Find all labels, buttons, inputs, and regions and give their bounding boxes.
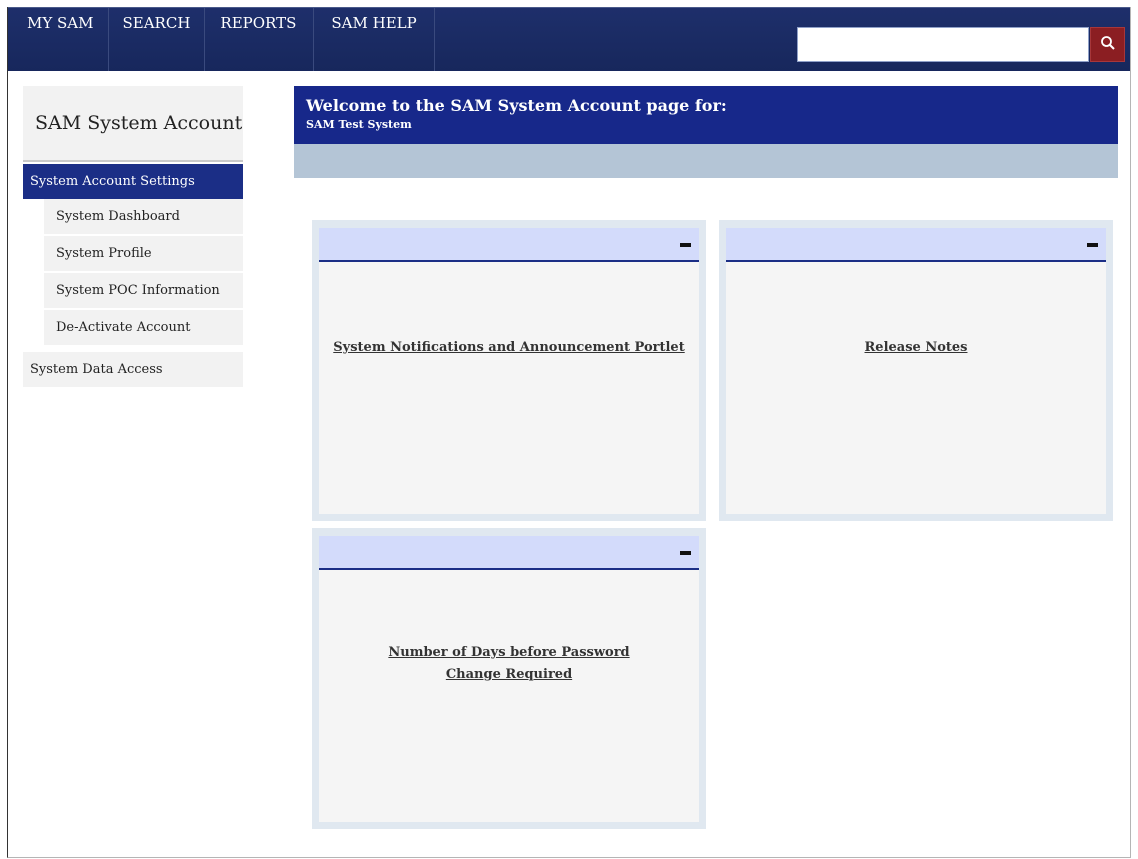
minimize-icon[interactable] — [680, 551, 691, 555]
nav-search-label: SEARCH — [122, 14, 191, 32]
nav-reports[interactable]: REPORTS — [205, 8, 315, 71]
page-frame: MY SAM SEARCH REPORTS SAM HELP SAM Syste… — [7, 7, 1131, 858]
nav-my-sam[interactable]: MY SAM — [8, 8, 109, 87]
system-name: SAM Test System — [306, 118, 412, 131]
sidebar-item-system-profile[interactable]: System Profile — [44, 236, 243, 273]
sidebar-item-system-account-settings[interactable]: System Account Settings — [23, 164, 243, 199]
portlet-notifications: System Notifications and Announcement Po… — [312, 220, 706, 521]
portlet-body: System Notifications and Announcement Po… — [319, 228, 699, 514]
portlet-body: Release Notes — [726, 228, 1106, 514]
portlet-password-change: Number of Days before Password Change Re… — [312, 528, 706, 829]
nav-sam-help[interactable]: SAM HELP — [314, 8, 435, 71]
search-button[interactable] — [1090, 27, 1125, 62]
nav-sam-help-label: SAM HELP — [331, 14, 417, 32]
portlet-header — [726, 228, 1106, 262]
portlet-password-change-link[interactable]: Number of Days before Password Change Re… — [379, 642, 639, 686]
nav-reports-label: REPORTS — [220, 14, 297, 32]
portlet-body: Number of Days before Password Change Re… — [319, 536, 699, 822]
portlet-release-notes-link[interactable]: Release Notes — [726, 337, 1106, 359]
sidebar-item-system-dashboard[interactable]: System Dashboard — [44, 199, 243, 236]
sidebar-item-system-poc-information[interactable]: System POC Information — [44, 273, 243, 310]
search-input[interactable] — [797, 27, 1089, 62]
sidebar-item-de-activate-account[interactable]: De-Activate Account — [44, 310, 243, 347]
nav-menu: MY SAM SEARCH REPORTS SAM HELP — [8, 8, 435, 87]
nav-search[interactable]: SEARCH — [109, 8, 206, 71]
portlet-release-notes: Release Notes — [719, 220, 1113, 521]
search-icon — [1100, 35, 1116, 55]
welcome-heading: Welcome to the SAM System Account page f… — [306, 96, 727, 115]
sidebar-title: SAM System Account — [23, 86, 243, 162]
minimize-icon[interactable] — [1087, 243, 1098, 247]
portlet-header — [319, 228, 699, 262]
minimize-icon[interactable] — [680, 243, 691, 247]
nav-my-sam-label: MY SAM — [27, 14, 94, 32]
welcome-subbar — [294, 144, 1118, 178]
sidebar-item-system-data-access[interactable]: System Data Access — [23, 352, 243, 387]
welcome-banner: Welcome to the SAM System Account page f… — [294, 86, 1118, 144]
portlet-header — [319, 536, 699, 570]
portlet-notifications-link[interactable]: System Notifications and Announcement Po… — [319, 337, 699, 359]
top-navigation: MY SAM SEARCH REPORTS SAM HELP — [8, 7, 1130, 87]
